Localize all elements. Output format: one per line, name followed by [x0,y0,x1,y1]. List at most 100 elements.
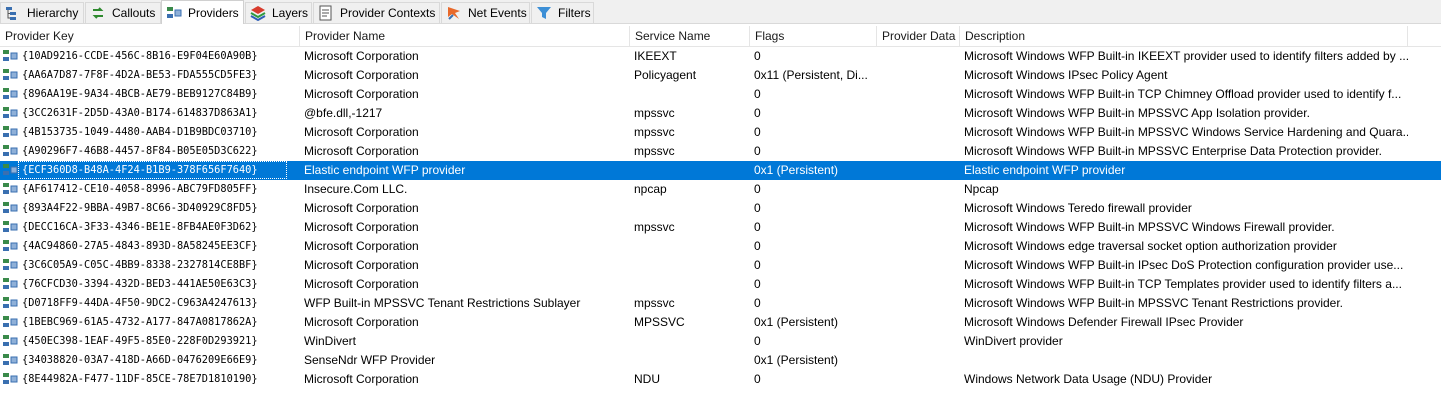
tab-hierarchy[interactable]: Hierarchy [0,2,84,23]
cell-provider-key: {450EC398-1EAF-49F5-85E0-228F0D293921} [22,335,258,347]
net-events-icon [448,7,460,20]
cell-service-name: npcap [634,182,667,196]
cell-provider-data [877,161,960,180]
cell-provider-name: Microsoft Corporation [304,68,419,82]
column-header-provider-name[interactable]: Provider Name [300,26,630,47]
table-row[interactable]: {A90296F7-46B8-4457-8F84-B05E05D3C622} Mi… [0,142,1441,161]
cell-flags: 0 [754,87,761,101]
cell-provider-name: Microsoft Corporation [304,220,419,234]
cell-service-name [630,275,750,294]
cell-provider-key: {34038820-03A7-418D-A66D-0476209E66E9} [22,354,258,366]
cell-provider-name: Microsoft Corporation [304,125,419,139]
tab-providers[interactable]: Providers [161,0,244,24]
column-header-service-name[interactable]: Service Name [630,26,750,47]
table-row[interactable]: {450EC398-1EAF-49F5-85E0-228F0D293921} Wi… [0,332,1441,351]
cell-provider-name: Microsoft Corporation [304,201,419,215]
table-row[interactable]: {1BEBC969-61A5-4732-A177-847A0817862A} Mi… [0,313,1441,332]
cell-description [960,351,1408,370]
cell-flags: 0 [754,201,761,215]
cell-provider-name: Microsoft Corporation [304,144,419,158]
table-header: Provider Key Provider Name Service Name … [0,26,1441,47]
cell-provider-name: Elastic endpoint WFP provider [304,163,466,177]
cell-provider-data [877,294,960,313]
cell-provider-data [877,104,960,123]
cell-provider-key: {896AA19E-9A34-4BCB-AE79-BEB9127C84B9} [22,88,258,100]
cell-flags: 0 [754,144,761,158]
layers-icon [250,6,266,21]
cell-service-name [630,332,750,351]
tab-label: Providers [188,5,239,20]
column-header-description[interactable]: Description [960,26,1408,47]
column-header-provider-key[interactable]: Provider Key [0,26,300,47]
cell-provider-key: {A90296F7-46B8-4457-8F84-B05E05D3C622} [22,145,258,157]
cell-provider-key: {893A4F22-9BBA-49B7-8C66-3D40929C8FD5} [22,202,258,214]
cell-description: Microsoft Windows IPsec Policy Agent [964,68,1168,82]
table-row[interactable]: {AF617412-CE10-4058-8996-ABC79FD805FF} In… [0,180,1441,199]
tab-layers[interactable]: Layers [245,2,312,23]
cell-description: Microsoft Windows edge traversal socket … [964,239,1337,253]
table-row[interactable]: {DECC16CA-3F33-4346-BE1E-8FB4AE0F3D62} Mi… [0,218,1441,237]
cell-provider-data [877,256,960,275]
cell-provider-data [877,142,960,161]
cell-service-name [630,237,750,256]
cell-provider-data [877,47,960,66]
providers-icon [167,6,182,18]
cell-provider-data [877,66,960,85]
table-row[interactable]: {ECF360D8-B48A-4F24-B1B9-378F656F7640} El… [0,161,1441,180]
tab-net-events[interactable]: Net Events [441,2,530,23]
cell-service-name [630,199,750,218]
cell-provider-key: {D0718FF9-44DA-4F50-9DC2-C963A4247613} [22,297,258,309]
table-row[interactable]: {34038820-03A7-418D-A66D-0476209E66E9} Se… [0,351,1441,370]
table-row[interactable]: {D0718FF9-44DA-4F50-9DC2-C963A4247613} WF… [0,294,1441,313]
hierarchy-icon [6,7,16,20]
cell-provider-key: {10AD9216-CCDE-456C-8B16-E9F04E60A90B} [22,50,258,62]
cell-provider-data [877,275,960,294]
column-header-provider-data[interactable]: Provider Data [877,26,960,47]
tab-strip: Hierarchy Callouts Providers Layers Prov… [0,0,1441,24]
tab-label: Callouts [112,6,156,20]
cell-provider-data [877,237,960,256]
cell-provider-name: Microsoft Corporation [304,239,419,253]
tab-label: Hierarchy [27,6,79,20]
cell-provider-name: Microsoft Corporation [304,315,419,329]
tab-label: Provider Contexts [340,6,436,20]
cell-service-name: MPSSVC [634,315,685,329]
cell-flags: 0 [754,239,761,253]
cell-provider-key: {4AC94860-27A5-4843-893D-8A58245EE3CF} [22,240,258,252]
table-row[interactable]: {3C6C05A9-C05C-4BB9-8338-2327814CE8BF} Mi… [0,256,1441,275]
table-row[interactable]: {10AD9216-CCDE-456C-8B16-E9F04E60A90B} Mi… [0,47,1441,66]
cell-flags: 0 [754,296,761,310]
table-row[interactable]: {76CFCD30-3394-432D-BED3-441AE50E63C3} Mi… [0,275,1441,294]
table-row[interactable]: {8E44982A-F477-11DF-85CE-78E7D1810190} Mi… [0,370,1441,389]
cell-service-name: IKEEXT [634,49,677,63]
providers-table: Provider Key Provider Name Service Name … [0,26,1441,389]
cell-description: Microsoft Windows WFP Built-in MPSSVC Wi… [964,220,1335,234]
table-row[interactable]: {3CC2631F-2D5D-43A0-B174-614837D863A1} @b… [0,104,1441,123]
cell-provider-key: {1BEBC969-61A5-4732-A177-847A0817862A} [22,316,258,328]
table-row[interactable]: {4AC94860-27A5-4843-893D-8A58245EE3CF} Mi… [0,237,1441,256]
cell-service-name: mpssvc [634,106,675,120]
cell-description: Microsoft Windows WFP Built-in MPSSVC Te… [964,296,1344,310]
tab-provider-contexts[interactable]: Provider Contexts [313,2,440,23]
cell-flags: 0x11 (Persistent, Di... [754,68,868,82]
tab-callouts[interactable]: Callouts [85,2,161,23]
tab-filters[interactable]: Filters [531,2,594,23]
table-row[interactable]: {4B153735-1049-4480-AAB4-D1B9BDC03710} Mi… [0,123,1441,142]
cell-provider-key: {3C6C05A9-C05C-4BB9-8338-2327814CE8BF} [22,259,258,271]
cell-description: WinDivert provider [964,334,1063,348]
cell-flags: 0 [754,182,761,196]
cell-provider-name: @bfe.dll,-1217 [304,106,383,120]
cell-flags: 0 [754,334,761,348]
cell-provider-key: {AA6A7D87-7F8F-4D2A-BE53-FDA555CD5FE3} [22,69,258,81]
table-row[interactable]: {896AA19E-9A34-4BCB-AE79-BEB9127C84B9} Mi… [0,85,1441,104]
cell-description: Microsoft Windows WFP Built-in IPsec DoS… [964,258,1404,272]
column-header-flags[interactable]: Flags [750,26,877,47]
cell-provider-name: Microsoft Corporation [304,277,419,291]
table-row[interactable]: {893A4F22-9BBA-49B7-8C66-3D40929C8FD5} Mi… [0,199,1441,218]
cell-provider-data [877,180,960,199]
cell-description: Microsoft Windows WFP Built-in TCP Templ… [964,277,1402,291]
cell-provider-key: {8E44982A-F477-11DF-85CE-78E7D1810190} [22,373,258,385]
cell-description: Microsoft Windows WFP Built-in TCP Chimn… [964,87,1402,101]
cell-provider-data [877,85,960,104]
table-row[interactable]: {AA6A7D87-7F8F-4D2A-BE53-FDA555CD5FE3} Mi… [0,66,1441,85]
